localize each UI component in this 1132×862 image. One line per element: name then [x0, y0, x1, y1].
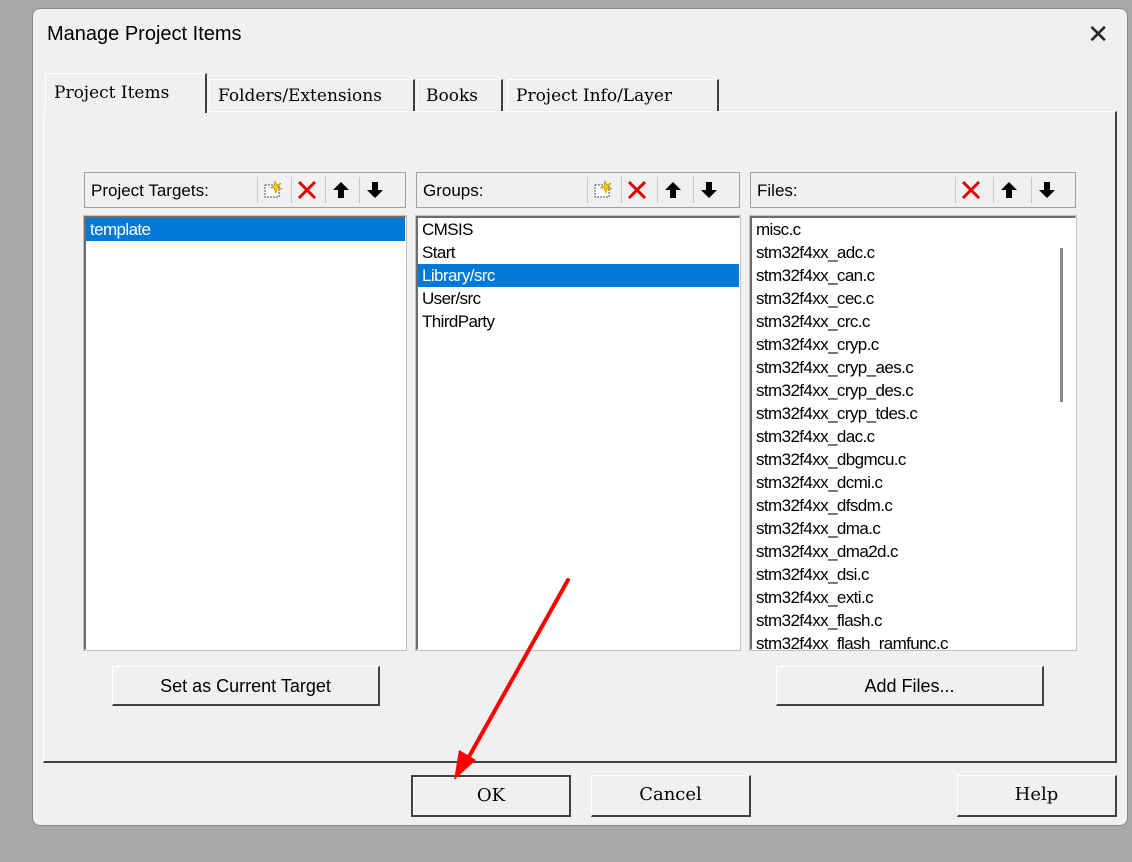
groups-list[interactable]: CMSIS Start Library/src User/src ThirdPa…	[415, 215, 741, 651]
ok-button[interactable]: OK	[411, 775, 571, 817]
move-down-file-icon[interactable]	[1031, 177, 1061, 203]
list-item[interactable]: misc.c	[752, 218, 1075, 241]
files-scrollbar[interactable]	[1060, 248, 1063, 402]
tab-project-items[interactable]: Project Items	[45, 73, 207, 113]
delete-group-icon[interactable]	[621, 177, 651, 203]
move-down-group-icon[interactable]	[693, 177, 723, 203]
files-header: Files:	[750, 172, 1076, 208]
new-target-icon[interactable]	[257, 177, 287, 203]
list-item[interactable]: Start	[418, 241, 739, 264]
list-item[interactable]: stm32f4xx_can.c	[752, 264, 1075, 287]
cancel-button[interactable]: Cancel	[591, 775, 751, 817]
title-bar: Manage Project Items ✕	[33, 9, 1127, 63]
list-item[interactable]: stm32f4xx_cryp_des.c	[752, 379, 1075, 402]
move-down-target-icon[interactable]	[359, 177, 389, 203]
delete-file-icon[interactable]	[955, 177, 985, 203]
add-files-button[interactable]: Add Files...	[776, 666, 1044, 706]
move-up-file-icon[interactable]	[993, 177, 1023, 203]
list-item[interactable]: stm32f4xx_crc.c	[752, 310, 1075, 333]
list-item[interactable]: Library/src	[418, 264, 739, 287]
targets-list[interactable]: template	[83, 215, 407, 651]
list-item[interactable]: stm32f4xx_dbgmcu.c	[752, 448, 1075, 471]
list-item[interactable]: stm32f4xx_cryp.c	[752, 333, 1075, 356]
list-item[interactable]: stm32f4xx_cryp_aes.c	[752, 356, 1075, 379]
list-item[interactable]: stm32f4xx_dma2d.c	[752, 540, 1075, 563]
list-item[interactable]: stm32f4xx_flash.c	[752, 609, 1075, 632]
manage-project-items-dialog: Manage Project Items ✕ Project Items Fol…	[32, 8, 1128, 826]
list-item[interactable]: stm32f4xx_dsi.c	[752, 563, 1075, 586]
tab-books[interactable]: Books	[417, 79, 503, 111]
groups-label: Groups:	[423, 181, 484, 200]
files-label: Files:	[757, 181, 798, 200]
dialog-title: Manage Project Items	[47, 23, 242, 45]
move-up-target-icon[interactable]	[325, 177, 355, 203]
help-button[interactable]: Help	[957, 775, 1117, 817]
list-item[interactable]: User/src	[418, 287, 739, 310]
new-group-icon[interactable]	[587, 177, 617, 203]
list-item[interactable]: stm32f4xx_adc.c	[752, 241, 1075, 264]
project-items-panel: Project Targets: template Groups: CMSIS …	[43, 111, 1117, 763]
tab-folders-extensions[interactable]: Folders/Extensions	[209, 79, 415, 111]
groups-header: Groups:	[416, 172, 740, 208]
targets-header: Project Targets:	[84, 172, 406, 208]
list-item[interactable]: stm32f4xx_dfsdm.c	[752, 494, 1075, 517]
files-list[interactable]: misc.c stm32f4xx_adc.c stm32f4xx_can.c s…	[749, 215, 1077, 651]
list-item[interactable]: stm32f4xx_dac.c	[752, 425, 1075, 448]
list-item[interactable]: template	[86, 218, 405, 241]
set-as-current-target-button[interactable]: Set as Current Target	[112, 666, 380, 706]
delete-target-icon[interactable]	[291, 177, 321, 203]
list-item[interactable]: stm32f4xx_dcmi.c	[752, 471, 1075, 494]
list-item[interactable]: stm32f4xx_exti.c	[752, 586, 1075, 609]
targets-label: Project Targets:	[91, 181, 209, 200]
list-item[interactable]: CMSIS	[418, 218, 739, 241]
tab-project-info-layer[interactable]: Project Info/Layer	[507, 79, 719, 111]
list-item[interactable]: ThirdParty	[418, 310, 739, 333]
list-item[interactable]: stm32f4xx_flash_ramfunc.c	[752, 632, 1075, 649]
move-up-group-icon[interactable]	[657, 177, 687, 203]
close-icon[interactable]: ✕	[1087, 19, 1109, 50]
list-item[interactable]: stm32f4xx_dma.c	[752, 517, 1075, 540]
list-item[interactable]: stm32f4xx_cec.c	[752, 287, 1075, 310]
list-item[interactable]: stm32f4xx_cryp_tdes.c	[752, 402, 1075, 425]
